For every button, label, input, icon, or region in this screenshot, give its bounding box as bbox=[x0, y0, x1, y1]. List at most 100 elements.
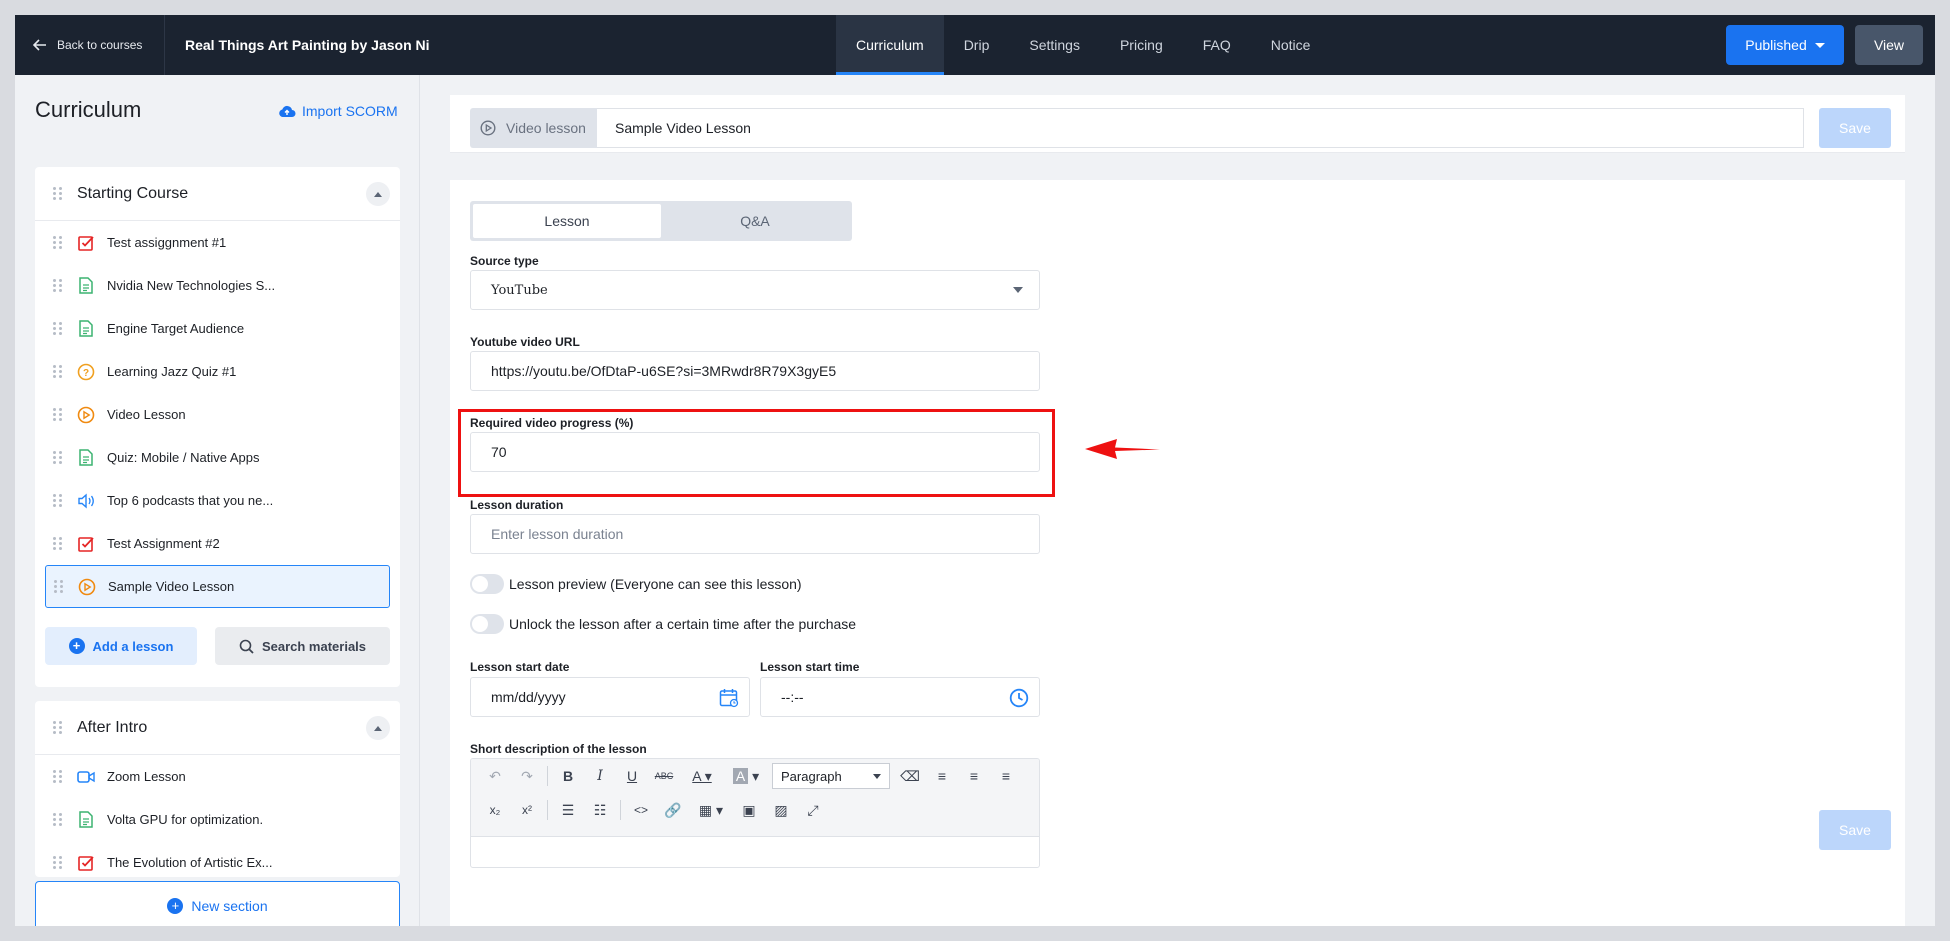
image-icon[interactable]: ▨ bbox=[765, 797, 797, 823]
add-lesson-button[interactable]: + Add a lesson bbox=[45, 627, 197, 665]
drag-handle-icon[interactable] bbox=[53, 364, 63, 379]
bullet-list-icon[interactable]: ☰ bbox=[552, 797, 584, 823]
align-center-icon[interactable]: ≡ bbox=[958, 763, 990, 789]
lesson-item[interactable]: ? Learning Jazz Quiz #1 bbox=[35, 350, 400, 393]
tab-notice[interactable]: Notice bbox=[1251, 15, 1331, 75]
start-date-input[interactable]: mm/dd/yyyy bbox=[470, 677, 750, 717]
drag-handle-icon[interactable] bbox=[53, 769, 63, 784]
tab-curriculum[interactable]: Curriculum bbox=[836, 15, 944, 75]
lesson-editor: Video lesson Sample Video Lesson Save Le… bbox=[450, 75, 1920, 926]
short-description-editor[interactable]: ↶ ↷ B I U ABC A ▾ A ▾ Paragraph ⌫ ≡ ≡ ≡ bbox=[470, 758, 1040, 868]
lesson-preview-toggle[interactable] bbox=[470, 574, 504, 594]
section-header[interactable]: After Intro bbox=[35, 701, 400, 755]
drag-handle-icon[interactable] bbox=[53, 450, 63, 465]
lesson-item[interactable]: Engine Target Audience bbox=[35, 307, 400, 350]
start-time-label: Lesson start time bbox=[760, 660, 860, 674]
subscript-icon[interactable]: x₂ bbox=[479, 797, 511, 823]
top-bar: Back to courses Real Things Art Painting… bbox=[15, 15, 1935, 75]
start-time-value: --:-- bbox=[781, 689, 804, 705]
section-starting-course: Starting Course Test assiggnment #1 Nvid… bbox=[35, 167, 400, 687]
background-color-icon[interactable]: A ▾ bbox=[724, 763, 768, 789]
numbered-list-icon[interactable]: ☷ bbox=[584, 797, 616, 823]
underline-icon[interactable]: U bbox=[616, 763, 648, 789]
bold-icon[interactable]: B bbox=[552, 763, 584, 789]
start-date-value: mm/dd/yyyy bbox=[491, 689, 566, 705]
segment-qa[interactable]: Q&A bbox=[661, 204, 849, 238]
align-left-icon[interactable]: ≡ bbox=[926, 763, 958, 789]
start-time-input[interactable]: --:-- bbox=[760, 677, 1040, 717]
section-header[interactable]: Starting Course bbox=[35, 167, 400, 221]
import-scorm-link[interactable]: Import SCORM bbox=[278, 103, 398, 119]
drag-handle-icon[interactable] bbox=[54, 579, 64, 594]
drag-handle-icon[interactable] bbox=[53, 278, 63, 293]
lesson-item-selected[interactable]: Sample Video Lesson bbox=[45, 565, 390, 608]
lesson-title-input[interactable]: Sample Video Lesson bbox=[597, 108, 1804, 148]
undo-icon[interactable]: ↶ bbox=[479, 763, 511, 789]
lesson-item[interactable]: Nvidia New Technologies S... bbox=[35, 264, 400, 307]
lesson-duration-input[interactable]: Enter lesson duration bbox=[470, 514, 1040, 554]
tab-drip[interactable]: Drip bbox=[944, 15, 1010, 75]
back-label: Back to courses bbox=[57, 38, 143, 52]
required-progress-label: Required video progress (%) bbox=[470, 416, 634, 430]
search-materials-button[interactable]: Search materials bbox=[215, 627, 390, 665]
drag-handle-icon[interactable] bbox=[53, 321, 63, 336]
curriculum-sidebar: Curriculum Import SCORM Starting Course … bbox=[15, 75, 420, 926]
drag-handle-icon[interactable] bbox=[53, 812, 63, 827]
caret-up-icon bbox=[374, 191, 382, 197]
text-lesson-icon bbox=[77, 320, 95, 338]
strikethrough-icon[interactable]: ABC bbox=[648, 763, 680, 789]
collapse-section-button[interactable] bbox=[366, 182, 390, 206]
clear-formatting-icon[interactable]: ⌫ bbox=[894, 763, 926, 789]
align-right-icon[interactable]: ≡ bbox=[990, 763, 1022, 789]
drag-handle-icon[interactable] bbox=[53, 536, 63, 551]
drag-handle-icon[interactable] bbox=[53, 407, 63, 422]
video-lesson-icon bbox=[77, 406, 95, 424]
drag-handle-icon[interactable] bbox=[53, 855, 63, 870]
drag-handle-icon[interactable] bbox=[53, 720, 63, 735]
unlock-after-purchase-toggle[interactable] bbox=[470, 614, 504, 634]
search-materials-label: Search materials bbox=[261, 638, 367, 654]
tab-settings[interactable]: Settings bbox=[1009, 15, 1100, 75]
lesson-item[interactable]: The Evolution of Artistic Ex... bbox=[35, 841, 400, 877]
lesson-label: Sample Video Lesson bbox=[108, 579, 235, 594]
lesson-label: Zoom Lesson bbox=[107, 769, 186, 784]
source-type-select[interactable]: YouTube bbox=[470, 270, 1040, 310]
app-frame: Back to courses Real Things Art Painting… bbox=[15, 15, 1935, 926]
text-lesson-icon bbox=[77, 449, 95, 467]
redo-icon[interactable]: ↷ bbox=[511, 763, 543, 789]
italic-icon[interactable]: I bbox=[584, 763, 616, 789]
superscript-icon[interactable]: x² bbox=[511, 797, 543, 823]
new-section-button[interactable]: + New section bbox=[35, 881, 400, 926]
tab-faq[interactable]: FAQ bbox=[1183, 15, 1251, 75]
lesson-item[interactable]: Test Assignment #2 bbox=[35, 522, 400, 565]
calendar-icon bbox=[719, 689, 739, 708]
paragraph-format-select[interactable]: Paragraph bbox=[772, 763, 890, 789]
arrow-left-icon bbox=[33, 39, 46, 51]
text-color-icon[interactable]: A ▾ bbox=[680, 763, 724, 789]
code-icon[interactable]: <> bbox=[625, 797, 657, 823]
link-icon[interactable]: 🔗 bbox=[657, 797, 689, 823]
lesson-item[interactable]: Top 6 podcasts that you ne... bbox=[35, 479, 400, 522]
fullscreen-icon[interactable]: ⤢ bbox=[797, 797, 829, 823]
caret-up-icon bbox=[374, 725, 382, 731]
back-to-courses-link[interactable]: Back to courses bbox=[15, 15, 165, 75]
tab-pricing[interactable]: Pricing bbox=[1100, 15, 1183, 75]
drag-handle-icon[interactable] bbox=[53, 186, 63, 201]
drag-handle-icon[interactable] bbox=[53, 493, 63, 508]
media-icon[interactable]: ▣ bbox=[733, 797, 765, 823]
required-progress-input[interactable]: 70 bbox=[470, 432, 1040, 472]
save-button[interactable]: Save bbox=[1819, 108, 1891, 148]
youtube-url-input[interactable]: https://youtu.be/OfDtaP-u6SE?si=3MRwdr8R… bbox=[470, 351, 1040, 391]
segment-lesson[interactable]: Lesson bbox=[473, 204, 661, 238]
table-icon[interactable]: ▦ ▾ bbox=[689, 797, 733, 823]
lesson-item[interactable]: Video Lesson bbox=[35, 393, 400, 436]
lesson-item[interactable]: Quiz: Mobile / Native Apps bbox=[35, 436, 400, 479]
lesson-item[interactable]: Test assiggnment #1 bbox=[35, 221, 400, 264]
collapse-section-button[interactable] bbox=[366, 716, 390, 740]
drag-handle-icon[interactable] bbox=[53, 235, 63, 250]
view-button[interactable]: View bbox=[1855, 25, 1923, 65]
lesson-item[interactable]: Volta GPU for optimization. bbox=[35, 798, 400, 841]
save-button-bottom[interactable]: Save bbox=[1819, 810, 1891, 850]
published-dropdown-button[interactable]: Published bbox=[1726, 25, 1844, 65]
lesson-item[interactable]: Zoom Lesson bbox=[35, 755, 400, 798]
